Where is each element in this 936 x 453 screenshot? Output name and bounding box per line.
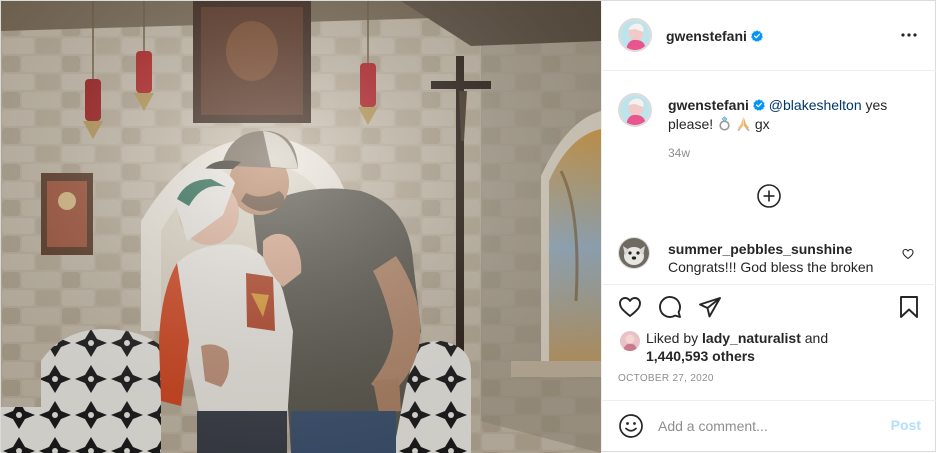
verified-badge-icon <box>751 30 763 42</box>
caption-signature: gx <box>750 116 770 132</box>
more-horizontal-icon[interactable] <box>899 25 919 45</box>
post-header: gwenstefani <box>602 1 936 71</box>
caption: gwenstefani @blakeshelton yes please! gx <box>668 96 918 134</box>
speech-bubble-icon[interactable] <box>658 295 682 319</box>
caption-mention-link[interactable]: @blakeshelton <box>769 97 862 113</box>
comment-username[interactable]: summer_pebbles_sunshine <box>668 241 852 257</box>
commenter-avatar[interactable] <box>618 237 650 269</box>
author-avatar[interactable] <box>618 18 652 52</box>
bookmark-icon[interactable] <box>897 295 921 319</box>
liked-by-avatar[interactable] <box>620 331 640 351</box>
likes-conjunction: and <box>800 330 829 346</box>
plus-circle-icon[interactable] <box>756 183 782 209</box>
author-username[interactable]: gwenstefani <box>666 28 763 44</box>
verified-badge-icon <box>753 99 765 111</box>
instagram-post: gwenstefani gwenstefani @blakeshelton ye… <box>0 0 936 453</box>
post-actions: Liked by lady_naturalist and 1,440,593 o… <box>602 284 936 400</box>
post-date[interactable]: OCTOBER 27, 2020 <box>618 373 714 384</box>
caption-username[interactable]: gwenstefani <box>668 97 749 113</box>
post-side-panel: gwenstefani gwenstefani @blakeshelton ye… <box>601 1 936 451</box>
likes-prefix: Liked by <box>646 330 703 346</box>
post-comment-button[interactable]: Post <box>891 417 921 433</box>
liked-by-username[interactable]: lady_naturalist <box>702 330 801 346</box>
post-photo[interactable] <box>1 1 601 453</box>
caption-time: 34w <box>668 146 691 160</box>
heart-outline-icon[interactable] <box>902 248 914 260</box>
likes-count[interactable]: 1,440,593 others <box>646 348 755 364</box>
comments-section: gwenstefani @blakeshelton yes please! gx… <box>602 71 936 284</box>
comment-input[interactable] <box>658 415 878 437</box>
add-comment-bar: Post <box>602 400 936 451</box>
ring-emoji <box>719 116 730 131</box>
likes-summary: Liked by lady_naturalist and 1,440,593 o… <box>646 329 926 365</box>
smiley-icon[interactable] <box>618 413 644 439</box>
caption-avatar[interactable] <box>618 93 652 127</box>
praying-hands-emoji <box>737 117 750 131</box>
paper-plane-icon[interactable] <box>698 295 722 319</box>
comment-text: Congrats!!! God bless the broken <box>668 259 874 275</box>
heart-outline-icon[interactable] <box>618 295 642 319</box>
